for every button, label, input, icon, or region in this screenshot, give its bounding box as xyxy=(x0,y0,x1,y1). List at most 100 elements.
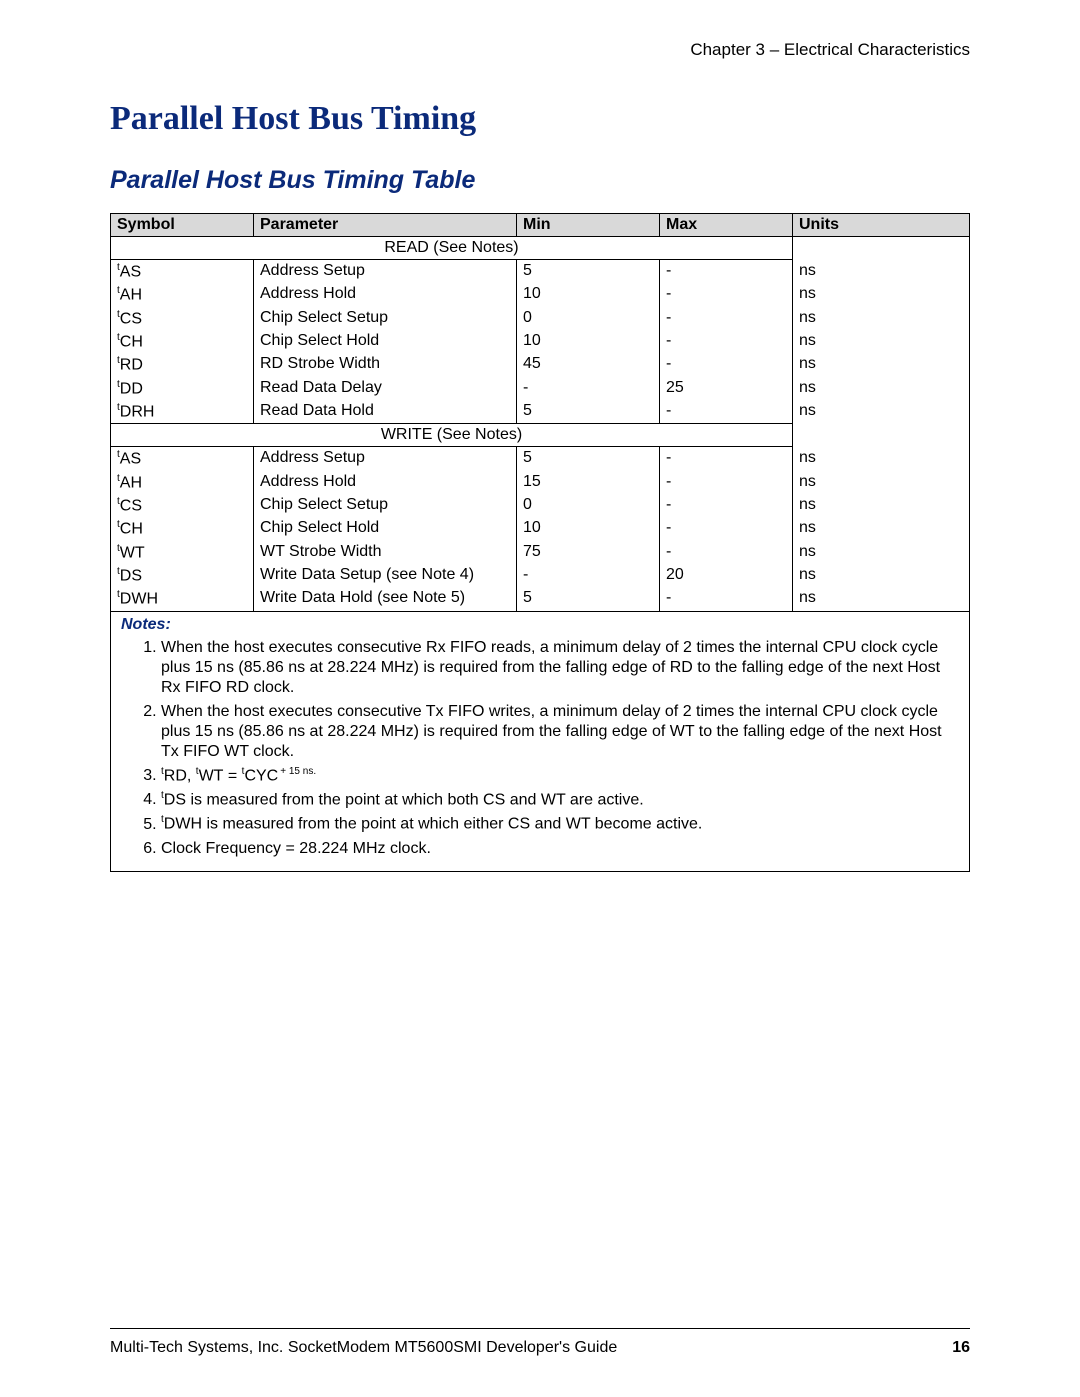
cell-max: - xyxy=(660,471,793,494)
section-label: WRITE (See Notes) xyxy=(111,424,793,447)
cell-min: 10 xyxy=(517,517,660,540)
cell-units: ns xyxy=(793,541,970,564)
cell-parameter: Chip Select Setup xyxy=(254,494,517,517)
note-item: Clock Frequency = 28.224 MHz clock. xyxy=(161,839,959,859)
col-min: Min xyxy=(517,214,660,237)
section-label: READ (See Notes) xyxy=(111,237,793,260)
table-row: tCSChip Select Setup0-ns xyxy=(111,307,970,330)
cell-units: ns xyxy=(793,494,970,517)
cell-min: 5 xyxy=(517,447,660,471)
cell-units: ns xyxy=(793,307,970,330)
col-units: Units xyxy=(793,214,970,237)
note-item: tDWH is measured from the point at which… xyxy=(161,814,959,834)
note-item: tDS is measured from the point at which … xyxy=(161,790,959,810)
note-item: tRD, tWT = tCYC+ 15 ns. xyxy=(161,766,959,786)
table-row: tWTWT Strobe Width75-ns xyxy=(111,541,970,564)
cell-parameter: Chip Select Setup xyxy=(254,307,517,330)
cell-parameter: WT Strobe Width xyxy=(254,541,517,564)
table-row: tDRHRead Data Hold5-ns xyxy=(111,400,970,424)
cell-min: 45 xyxy=(517,353,660,376)
cell-units: ns xyxy=(793,330,970,353)
cell-max: - xyxy=(660,447,793,471)
table-row: tRDRD Strobe Width45-ns xyxy=(111,353,970,376)
cell-max: - xyxy=(660,330,793,353)
cell-max: - xyxy=(660,353,793,376)
cell-min: 10 xyxy=(517,283,660,306)
cell-parameter: Chip Select Hold xyxy=(254,330,517,353)
table-row: tCSChip Select Setup0-ns xyxy=(111,494,970,517)
section-spacer xyxy=(793,424,970,447)
section-spacer xyxy=(793,237,970,260)
cell-units: ns xyxy=(793,471,970,494)
cell-symbol: tAS xyxy=(111,260,254,284)
cell-units: ns xyxy=(793,353,970,376)
cell-max: - xyxy=(660,541,793,564)
cell-symbol: tAH xyxy=(111,283,254,306)
cell-symbol: tCS xyxy=(111,494,254,517)
cell-symbol: tRD xyxy=(111,353,254,376)
table-row: tDWHWrite Data Hold (see Note 5)5-ns xyxy=(111,587,970,611)
cell-min: 5 xyxy=(517,260,660,284)
cell-parameter: Write Data Hold (see Note 5) xyxy=(254,587,517,611)
cell-max: - xyxy=(660,307,793,330)
notes-label: Notes: xyxy=(121,616,959,634)
col-parameter: Parameter xyxy=(254,214,517,237)
cell-min: 0 xyxy=(517,494,660,517)
cell-parameter: Address Hold xyxy=(254,471,517,494)
cell-max: - xyxy=(660,587,793,611)
table-row: tAHAddress Hold10-ns xyxy=(111,283,970,306)
footer-text: Multi-Tech Systems, Inc. SocketModem MT5… xyxy=(110,1339,617,1357)
cell-units: ns xyxy=(793,517,970,540)
footer-page-number: 16 xyxy=(952,1339,970,1357)
cell-symbol: tAH xyxy=(111,471,254,494)
cell-symbol: tWT xyxy=(111,541,254,564)
cell-units: ns xyxy=(793,447,970,471)
cell-parameter: Address Hold xyxy=(254,283,517,306)
cell-units: ns xyxy=(793,377,970,400)
cell-symbol: tAS xyxy=(111,447,254,471)
table-section-row: WRITE (See Notes) xyxy=(111,424,970,447)
notes-list: When the host executes consecutive Rx FI… xyxy=(121,638,959,859)
table-row: tDDRead Data Delay-25ns xyxy=(111,377,970,400)
cell-units: ns xyxy=(793,587,970,611)
cell-symbol: tCS xyxy=(111,307,254,330)
note-item: When the host executes consecutive Tx FI… xyxy=(161,702,959,762)
table-header-row: Symbol Parameter Min Max Units xyxy=(111,214,970,237)
timing-table: Symbol Parameter Min Max Units READ (See… xyxy=(110,213,970,612)
table-row: tCHChip Select Hold10-ns xyxy=(111,517,970,540)
cell-parameter: RD Strobe Width xyxy=(254,353,517,376)
cell-min: 75 xyxy=(517,541,660,564)
cell-symbol: tCH xyxy=(111,330,254,353)
cell-symbol: tCH xyxy=(111,517,254,540)
cell-max: - xyxy=(660,283,793,306)
cell-max: - xyxy=(660,494,793,517)
table-row: tAHAddress Hold15-ns xyxy=(111,471,970,494)
cell-max: - xyxy=(660,260,793,284)
cell-parameter: Read Data Hold xyxy=(254,400,517,424)
cell-min: - xyxy=(517,377,660,400)
cell-max: - xyxy=(660,517,793,540)
cell-parameter: Address Setup xyxy=(254,447,517,471)
note-item: When the host executes consecutive Rx FI… xyxy=(161,638,959,698)
table-row: tCHChip Select Hold10-ns xyxy=(111,330,970,353)
table-section-row: READ (See Notes) xyxy=(111,237,970,260)
cell-min: 5 xyxy=(517,400,660,424)
cell-parameter: Read Data Delay xyxy=(254,377,517,400)
table-row: tDSWrite Data Setup (see Note 4)-20ns xyxy=(111,564,970,587)
cell-min: - xyxy=(517,564,660,587)
cell-parameter: Address Setup xyxy=(254,260,517,284)
page-footer: Multi-Tech Systems, Inc. SocketModem MT5… xyxy=(110,1322,970,1357)
col-max: Max xyxy=(660,214,793,237)
cell-parameter: Chip Select Hold xyxy=(254,517,517,540)
table-row: tASAddress Setup5-ns xyxy=(111,260,970,284)
section-title: Parallel Host Bus Timing Table xyxy=(110,166,970,195)
cell-max: - xyxy=(660,400,793,424)
page-title: Parallel Host Bus Timing xyxy=(110,100,970,138)
col-symbol: Symbol xyxy=(111,214,254,237)
cell-max: 25 xyxy=(660,377,793,400)
cell-parameter: Write Data Setup (see Note 4) xyxy=(254,564,517,587)
table-row: tASAddress Setup5-ns xyxy=(111,447,970,471)
cell-units: ns xyxy=(793,400,970,424)
cell-max: 20 xyxy=(660,564,793,587)
notes-block: Notes: When the host executes consecutiv… xyxy=(110,612,970,872)
